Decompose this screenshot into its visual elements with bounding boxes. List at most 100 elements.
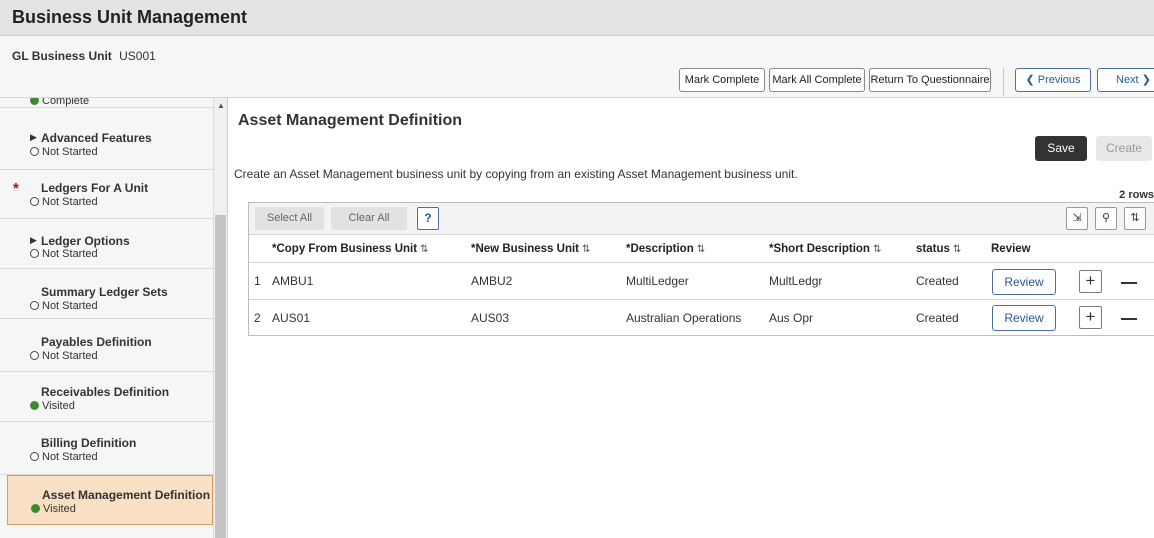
sidebar-item-status: Not Started bbox=[30, 146, 98, 158]
sidebar-item-status: Visited bbox=[31, 503, 76, 515]
empty-circle-icon bbox=[30, 301, 39, 310]
create-button[interactable]: Create bbox=[1096, 136, 1152, 161]
select-all-button[interactable]: Select All bbox=[255, 207, 324, 230]
sidebar-item-label: Ledger Options bbox=[41, 234, 130, 248]
help-button[interactable]: ? bbox=[417, 207, 439, 230]
sort-arrows-icon: ⇅ bbox=[952, 244, 962, 255]
empty-circle-icon bbox=[30, 249, 39, 258]
check-circle-icon bbox=[30, 98, 39, 105]
cell-new-bu: AMBU2 bbox=[471, 274, 513, 288]
sort-arrows-icon: ⇅ bbox=[420, 244, 429, 255]
grid-toolbar: Select All Clear All ? ⇲ ⚲ ⇅ bbox=[249, 203, 1154, 235]
sidebar-item-status: Complete bbox=[30, 98, 89, 107]
sidebar-item-label: Ledgers For A Unit bbox=[41, 181, 149, 195]
delete-row-icon[interactable] bbox=[1121, 318, 1137, 320]
cell-status: Created bbox=[916, 274, 959, 288]
sidebar-item-label: Advanced Features bbox=[41, 131, 152, 145]
sidebar-item-status: Not Started bbox=[30, 350, 98, 362]
cell-description: Australian Operations bbox=[626, 311, 742, 325]
add-row-icon[interactable]: + bbox=[1079, 270, 1102, 293]
sidebar-item-ledgers-for-a-unit[interactable]: * Ledgers For A Unit Not Started bbox=[0, 170, 213, 219]
add-row-icon[interactable]: + bbox=[1079, 306, 1102, 329]
sort-arrows-icon: ⇅ bbox=[872, 244, 882, 255]
sidebar-item-billing-definition[interactable]: Billing Definition Not Started bbox=[0, 422, 213, 475]
chevron-left-icon: ❮ bbox=[1025, 74, 1035, 86]
row-number: 1 bbox=[254, 274, 261, 288]
sidebar-item-advanced-features[interactable]: ▶ Advanced Features Not Started bbox=[0, 120, 213, 170]
cell-copy-from: AUS01 bbox=[272, 311, 311, 325]
sidebar-item-status: Not Started bbox=[30, 451, 98, 463]
business-unit-grid: Select All Clear All ? ⇲ ⚲ ⇅ *Copy From … bbox=[248, 202, 1154, 336]
next-button[interactable]: Next ❯ bbox=[1097, 68, 1154, 92]
column-header-review: Review bbox=[991, 243, 1031, 255]
toolbar-divider bbox=[1003, 68, 1004, 96]
row-number: 2 bbox=[254, 311, 261, 325]
sort-arrows-icon: ⇅ bbox=[696, 244, 706, 255]
cell-copy-from: AMBU1 bbox=[272, 274, 314, 288]
save-button[interactable]: Save bbox=[1035, 136, 1087, 161]
toolbar-area: GL Business Unit US001 Mark Complete Mar… bbox=[0, 36, 1154, 98]
expand-arrow-icon: ▶ bbox=[30, 235, 37, 245]
mark-complete-button[interactable]: Mark Complete bbox=[679, 68, 765, 92]
column-header-new-bu[interactable]: *New Business Unit ⇅ bbox=[471, 235, 590, 263]
sidebar-item-label: Payables Definition bbox=[41, 335, 152, 349]
sidebar-item-asset-management-definition[interactable]: Asset Management Definition Visited bbox=[7, 475, 213, 525]
cell-status: Created bbox=[916, 311, 959, 325]
sidebar-item-status: Not Started bbox=[30, 300, 98, 312]
main-content: Asset Management Definition Save Create … bbox=[228, 98, 1154, 538]
return-to-questionnaire-button[interactable]: Return To Questionnaire bbox=[869, 68, 991, 92]
sidebar-item-receivables-definition[interactable]: Receivables Definition Visited bbox=[0, 372, 213, 422]
sidebar-scrollbar[interactable]: ▲ bbox=[213, 98, 227, 538]
sidebar-item-label: Asset Management Definition bbox=[42, 488, 211, 502]
green-dot-icon bbox=[31, 504, 40, 513]
business-unit-label-text: GL Business Unit bbox=[12, 49, 112, 63]
delete-row-icon[interactable] bbox=[1121, 282, 1137, 284]
scrollbar-thumb[interactable] bbox=[215, 215, 226, 538]
green-dot-icon bbox=[30, 401, 39, 410]
empty-circle-icon bbox=[30, 351, 39, 360]
page-header-title: Business Unit Management bbox=[12, 7, 248, 27]
sort-arrows-icon: ⇅ bbox=[582, 244, 591, 255]
clear-all-button[interactable]: Clear All bbox=[331, 207, 407, 230]
step-sidebar: Complete ▶ Advanced Features Not Started… bbox=[0, 98, 228, 538]
previous-button[interactable]: ❮ Previous bbox=[1015, 68, 1091, 92]
page-description: Create an Asset Management business unit… bbox=[234, 167, 798, 181]
business-unit-label: GL Business Unit US001 bbox=[12, 49, 156, 63]
scroll-up-arrow-icon[interactable]: ▲ bbox=[217, 101, 225, 110]
sidebar-item-status: Visited bbox=[30, 400, 75, 412]
cell-short-description: Aus Opr bbox=[769, 311, 814, 325]
sidebar-item-label: Summary Ledger Sets bbox=[41, 285, 168, 299]
review-button[interactable]: Review bbox=[992, 305, 1056, 331]
header-divider bbox=[249, 262, 1154, 263]
sidebar-item-label: Billing Definition bbox=[41, 436, 137, 450]
empty-circle-icon bbox=[30, 197, 39, 206]
sidebar-item-status: Not Started bbox=[30, 248, 98, 260]
sidebar-item-complete[interactable]: Complete bbox=[0, 98, 213, 108]
export-icon[interactable]: ⇲ bbox=[1066, 207, 1088, 230]
empty-circle-icon bbox=[30, 147, 39, 156]
review-button[interactable]: Review bbox=[992, 269, 1056, 295]
sort-icon[interactable]: ⇅ bbox=[1124, 207, 1146, 230]
cell-short-description: MultLedgr bbox=[769, 274, 823, 288]
expand-arrow-icon: ▶ bbox=[30, 132, 37, 142]
previous-label: Previous bbox=[1037, 74, 1081, 86]
cell-description: MultiLedger bbox=[626, 274, 689, 288]
sidebar-item-summary-ledger-sets[interactable]: Summary Ledger Sets Not Started bbox=[0, 269, 213, 319]
title-bar: Business Unit Management bbox=[0, 0, 1154, 36]
column-header-short-description[interactable]: *Short Description ⇅ bbox=[769, 235, 881, 263]
column-header-description[interactable]: *Description ⇅ bbox=[626, 235, 705, 263]
column-header-status[interactable]: status ⇅ bbox=[916, 235, 961, 263]
column-header-copy-from[interactable]: *Copy From Business Unit ⇅ bbox=[272, 235, 428, 263]
business-unit-value: US001 bbox=[119, 49, 156, 63]
cell-new-bu: AUS03 bbox=[471, 311, 510, 325]
sidebar-item-label: Receivables Definition bbox=[41, 385, 170, 399]
page-title: Asset Management Definition bbox=[238, 112, 463, 129]
row-count: 2 rows bbox=[1119, 189, 1154, 201]
chevron-right-icon: ❯ bbox=[1141, 74, 1151, 86]
mark-all-complete-button[interactable]: Mark All Complete bbox=[769, 68, 865, 92]
sidebar-item-ledger-options[interactable]: ▶ Ledger Options Not Started bbox=[0, 219, 213, 269]
search-icon[interactable]: ⚲ bbox=[1095, 207, 1117, 230]
next-label: Next bbox=[1116, 74, 1139, 86]
sidebar-item-payables-definition[interactable]: Payables Definition Not Started bbox=[0, 319, 213, 372]
required-asterisk-icon: * bbox=[13, 180, 19, 197]
